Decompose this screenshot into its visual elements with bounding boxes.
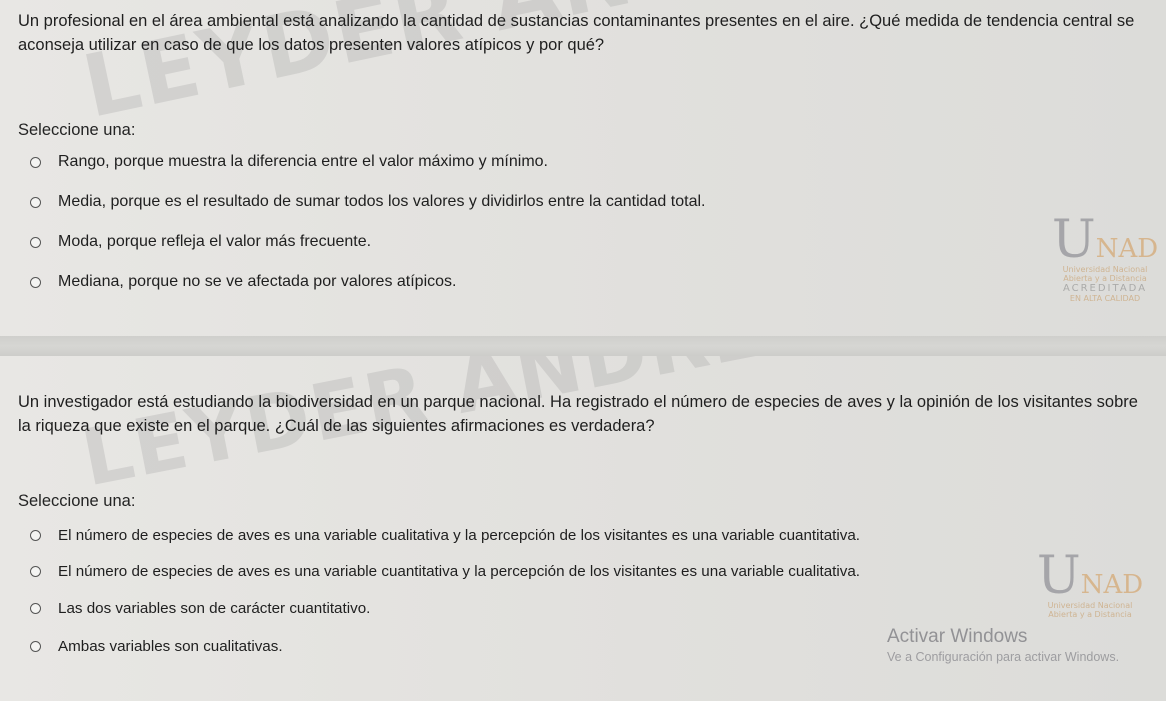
answer-option-label: Ambas variables son cualitativas. bbox=[58, 638, 283, 655]
select-one-prompt: Seleccione una: bbox=[18, 121, 136, 139]
answer-option-label: Rango, porque muestra la diferencia entr… bbox=[58, 153, 548, 170]
radio-button[interactable] bbox=[30, 566, 41, 577]
unad-logo-watermark: UNAD Universidad Nacional Abierta y a Di… bbox=[1036, 546, 1144, 619]
answer-option[interactable]: Media, porque es el resultado de sumar t… bbox=[30, 193, 705, 211]
answer-option-label: Media, porque es el resultado de sumar t… bbox=[58, 193, 706, 210]
answer-option[interactable]: Las dos variables son de carácter cuanti… bbox=[30, 600, 370, 617]
question-separator bbox=[0, 336, 1166, 356]
answer-option[interactable]: Rango, porque muestra la diferencia entr… bbox=[30, 153, 548, 171]
unad-logo-watermark: UNAD Universidad Nacional Abierta y a Di… bbox=[1051, 210, 1159, 303]
question-1-card: LEYDER ANDRES RIOS VALENCIA UNAD Univers… bbox=[0, 0, 1166, 336]
question-text: Un profesional en el área ambiental está… bbox=[18, 12, 1135, 54]
radio-button[interactable] bbox=[30, 196, 41, 208]
answer-option[interactable]: Ambas variables son cualitativas. bbox=[30, 638, 283, 655]
answer-option-label: Las dos variables son de carácter cuanti… bbox=[58, 600, 371, 617]
radio-button[interactable] bbox=[30, 276, 41, 288]
answer-option[interactable]: Moda, porque refleja el valor más frecue… bbox=[30, 233, 371, 251]
answer-option[interactable]: Mediana, porque no se ve afectada por va… bbox=[30, 273, 456, 291]
radio-button[interactable] bbox=[30, 603, 41, 614]
radio-button[interactable] bbox=[30, 530, 41, 541]
select-one-prompt: Seleccione una: bbox=[18, 492, 136, 510]
question-2-card: LEYDER ANDRES RIOS VALENCIA UNAD Univers… bbox=[0, 356, 1166, 701]
answer-option-label: Moda, porque refleja el valor más frecue… bbox=[58, 233, 372, 250]
radio-button[interactable] bbox=[30, 156, 41, 168]
radio-button[interactable] bbox=[30, 641, 41, 652]
radio-button[interactable] bbox=[30, 236, 41, 248]
answer-option-label: Mediana, porque no se ve afectada por va… bbox=[58, 273, 457, 290]
question-text: Un investigador está estudiando la biodi… bbox=[18, 393, 1138, 435]
answer-option[interactable]: El número de especies de aves es una var… bbox=[30, 527, 860, 544]
answer-option-label: El número de especies de aves es una var… bbox=[58, 563, 861, 580]
answer-option-label: El número de especies de aves es una var… bbox=[58, 527, 861, 544]
answer-option[interactable]: El número de especies de aves es una var… bbox=[30, 563, 860, 580]
